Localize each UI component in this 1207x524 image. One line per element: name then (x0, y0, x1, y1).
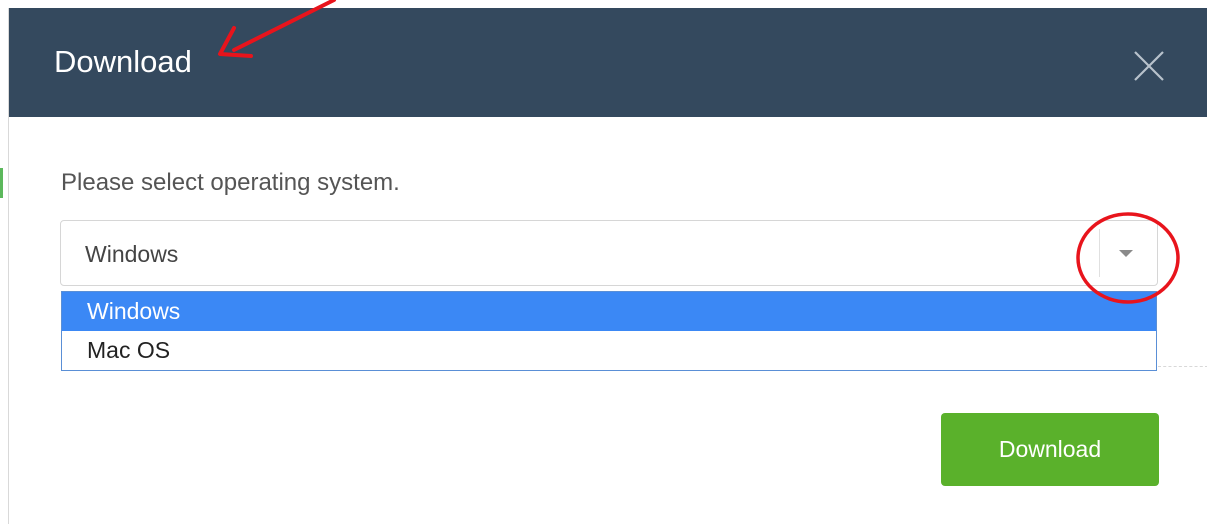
os-option-mac[interactable]: Mac OS (62, 331, 1156, 370)
caret-down-icon[interactable] (1119, 250, 1133, 257)
dialog-header: Download (9, 8, 1207, 117)
close-icon (1134, 51, 1164, 81)
close-button[interactable] (1131, 48, 1167, 84)
os-select-value: Windows (85, 241, 179, 267)
dialog-title: Download (54, 44, 192, 79)
os-select[interactable]: Windows (60, 220, 1158, 286)
section-divider (1158, 366, 1207, 367)
os-option-windows[interactable]: Windows (62, 292, 1156, 331)
select-divider (1099, 229, 1100, 277)
page-backdrop (0, 0, 8, 524)
os-dropdown-list: Windows Mac OS (61, 291, 1157, 371)
os-prompt-label: Please select operating system. (61, 169, 400, 196)
backdrop-accent (0, 168, 3, 198)
download-dialog: Download Please select operating system.… (8, 8, 1207, 524)
download-button[interactable]: Download (941, 413, 1159, 486)
